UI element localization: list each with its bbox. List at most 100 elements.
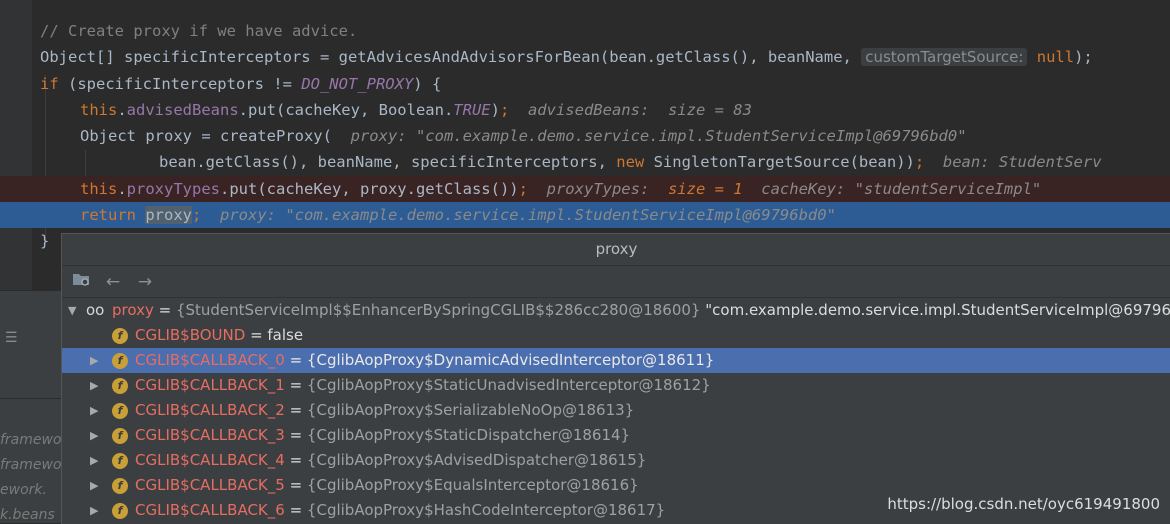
restore-layout-icon[interactable]: ☰	[5, 330, 18, 346]
code-token: if	[40, 75, 59, 93]
variables-tree: ▼ oo proxy = {StudentServiceImpl$$Enhanc…	[62, 298, 1170, 523]
field-value: {CglibAopProxy$DynamicAdvisedInterceptor…	[306, 351, 715, 369]
tree-row[interactable]: ▶ f CGLIB$CALLBACK_0 = {CglibAopProxy$Dyna…	[62, 348, 1170, 373]
navigate-folder-icon[interactable]	[70, 271, 92, 293]
glasses-icon: oo	[86, 301, 105, 319]
code-line[interactable]: Object[] specificInterceptors = getAdvic…	[0, 44, 1170, 70]
expand-arrow-icon[interactable]: ▶	[90, 423, 98, 448]
equals-sign: =	[284, 476, 307, 494]
code-token: this	[80, 180, 118, 198]
field-value: {CglibAopProxy$HashCodeInterceptor@18617…	[306, 501, 666, 519]
code-token: ;	[192, 206, 202, 224]
code-line-text: this.advisedBeans.put(cacheKey, Boolean.…	[80, 97, 752, 123]
popup-title: proxy	[62, 234, 1170, 266]
equals-sign: =	[284, 351, 307, 369]
collapse-arrow-icon[interactable]: ▼	[68, 298, 76, 323]
code-line-text: if (specificInterceptors != DO_NOT_PROXY…	[40, 71, 441, 97]
code-token: advisedBeans: size = 83	[509, 101, 752, 119]
code-line[interactable]: bean.getClass(), beanName, specificInter…	[0, 149, 1170, 175]
code-line[interactable]: if (specificInterceptors != DO_NOT_PROXY…	[0, 71, 1170, 97]
stack-frame-item[interactable]: k.beans	[0, 507, 62, 523]
expand-arrow-icon[interactable]: ▶	[90, 498, 98, 523]
equals-sign: =	[284, 426, 307, 444]
code-token: return	[80, 206, 136, 224]
code-line-text: Object proxy = createProxy( proxy: "com.…	[80, 123, 967, 149]
code-line-text: return proxy; proxy: "com.example.demo.s…	[80, 202, 836, 228]
tree-row[interactable]: f CGLIB$BOUND = false	[62, 323, 1170, 348]
code-token: proxy: "com.example.demo.service.impl.St…	[350, 127, 967, 145]
code-line-text: }	[40, 228, 49, 254]
code-token: proxyTypes	[126, 180, 220, 198]
code-line[interactable]: // Create proxy if we have advice.	[0, 18, 1170, 44]
field-name: CGLIB$BOUND	[135, 326, 246, 344]
variable-inspector-popup[interactable]: proxy ← → ▼ oo proxy = {StudentServiceIm…	[61, 233, 1170, 524]
field-icon: f	[112, 353, 128, 369]
expand-arrow-icon[interactable]: ▶	[90, 448, 98, 473]
field-name: CGLIB$CALLBACK_3	[135, 426, 285, 444]
code-token: .	[117, 180, 127, 198]
code-line[interactable]: this.advisedBeans.put(cacheKey, Boolean.…	[0, 97, 1170, 123]
expand-arrow-icon[interactable]: ▶	[90, 373, 98, 398]
code-token: bean: StudentServ	[924, 153, 1102, 171]
tree-root-row[interactable]: ▼ oo proxy = {StudentServiceImpl$$Enhanc…	[62, 298, 1170, 323]
stack-frame-item[interactable]: framewo	[0, 457, 62, 473]
code-token: Object[] specificInterceptors = getAdvic…	[40, 48, 862, 66]
code-line-text: this.proxyTypes.put(cacheKey, proxy.getC…	[80, 176, 1041, 202]
field-value: {CglibAopProxy$AdvisedDispatcher@18615}	[306, 451, 647, 469]
field-name: CGLIB$CALLBACK_4	[135, 451, 285, 469]
field-icon: f	[112, 453, 128, 469]
code-line[interactable]: Object proxy = createProxy( proxy: "com.…	[0, 123, 1170, 149]
field-icon: f	[112, 378, 128, 394]
code-line[interactable]: return proxy; proxy: "com.example.demo.s…	[0, 202, 1170, 228]
code-token: .put(cacheKey, proxy.getClass())	[220, 180, 519, 198]
root-variable-string: "com.example.demo.service.impl.StudentSe…	[705, 301, 1170, 319]
equals-sign: =	[284, 401, 307, 419]
stack-frame-item[interactable]: framewo	[0, 432, 62, 448]
equals-sign: =	[284, 376, 307, 394]
expand-arrow-icon[interactable]: ▶	[90, 348, 98, 373]
parameter-hint: customTargetSource:	[861, 48, 1028, 66]
forward-arrow-icon[interactable]: →	[134, 271, 156, 293]
tree-row[interactable]: ▶ f CGLIB$CALLBACK_4 = {CglibAopProxy$Advi…	[62, 448, 1170, 473]
equals-sign: =	[284, 501, 307, 519]
code-token: )	[490, 101, 500, 119]
code-token: );	[1074, 48, 1093, 66]
stack-frame-item[interactable]: ework.	[0, 482, 62, 498]
tree-row[interactable]: ▶ f CGLIB$CALLBACK_1 = {CglibAopProxy$Stat…	[62, 373, 1170, 398]
field-value: {CglibAopProxy$EqualsInterceptor@18616}	[306, 476, 639, 494]
code-token: TRUE	[453, 101, 491, 119]
field-icon: f	[112, 478, 128, 494]
code-token: advisedBeans	[126, 101, 239, 119]
field-icon: f	[112, 328, 128, 344]
code-line[interactable]: this.proxyTypes.put(cacheKey, proxy.getC…	[0, 176, 1170, 202]
field-name: CGLIB$CALLBACK_2	[135, 401, 285, 419]
field-name: CGLIB$CALLBACK_1	[135, 376, 285, 394]
expand-arrow-icon[interactable]: ▶	[90, 398, 98, 423]
code-token: proxy: "com.example.demo.service.impl.St…	[201, 206, 836, 224]
code-token: this	[80, 101, 118, 119]
root-variable-name: proxy	[112, 301, 154, 319]
field-icon: f	[112, 428, 128, 444]
code-line-text: Object[] specificInterceptors = getAdvic…	[40, 44, 1093, 70]
tree-row[interactable]: ▶ f CGLIB$CALLBACK_2 = {CglibAopProxy$Seri…	[62, 398, 1170, 423]
code-line-text: bean.getClass(), beanName, specificInter…	[159, 149, 1102, 175]
field-name: CGLIB$CALLBACK_5	[135, 476, 285, 494]
code-token: Object proxy = createProxy(	[80, 127, 351, 145]
expand-arrow-icon[interactable]: ▶	[90, 473, 98, 498]
field-value: {CglibAopProxy$StaticDispatcher@18614}	[306, 426, 631, 444]
code-token: .	[117, 101, 127, 119]
code-token: size = 1	[667, 180, 743, 198]
tree-row[interactable]: ▶ f CGLIB$CALLBACK_3 = {CglibAopProxy$Stat…	[62, 423, 1170, 448]
code-token: SingletonTargetSource(bean))	[644, 153, 915, 171]
debugger-frames-panel: ☰ framewo framewo ework. k.beans	[0, 290, 62, 523]
field-value: false	[267, 326, 304, 344]
back-arrow-icon[interactable]: ←	[102, 271, 124, 293]
code-token: ;	[499, 101, 510, 119]
watermark: https://blog.csdn.net/oyc619491800	[887, 495, 1160, 513]
code-token: (specificInterceptors !=	[58, 75, 302, 93]
field-name: CGLIB$CALLBACK_0	[135, 351, 285, 369]
code-token: ;	[914, 153, 925, 171]
code-token: new	[616, 153, 645, 171]
